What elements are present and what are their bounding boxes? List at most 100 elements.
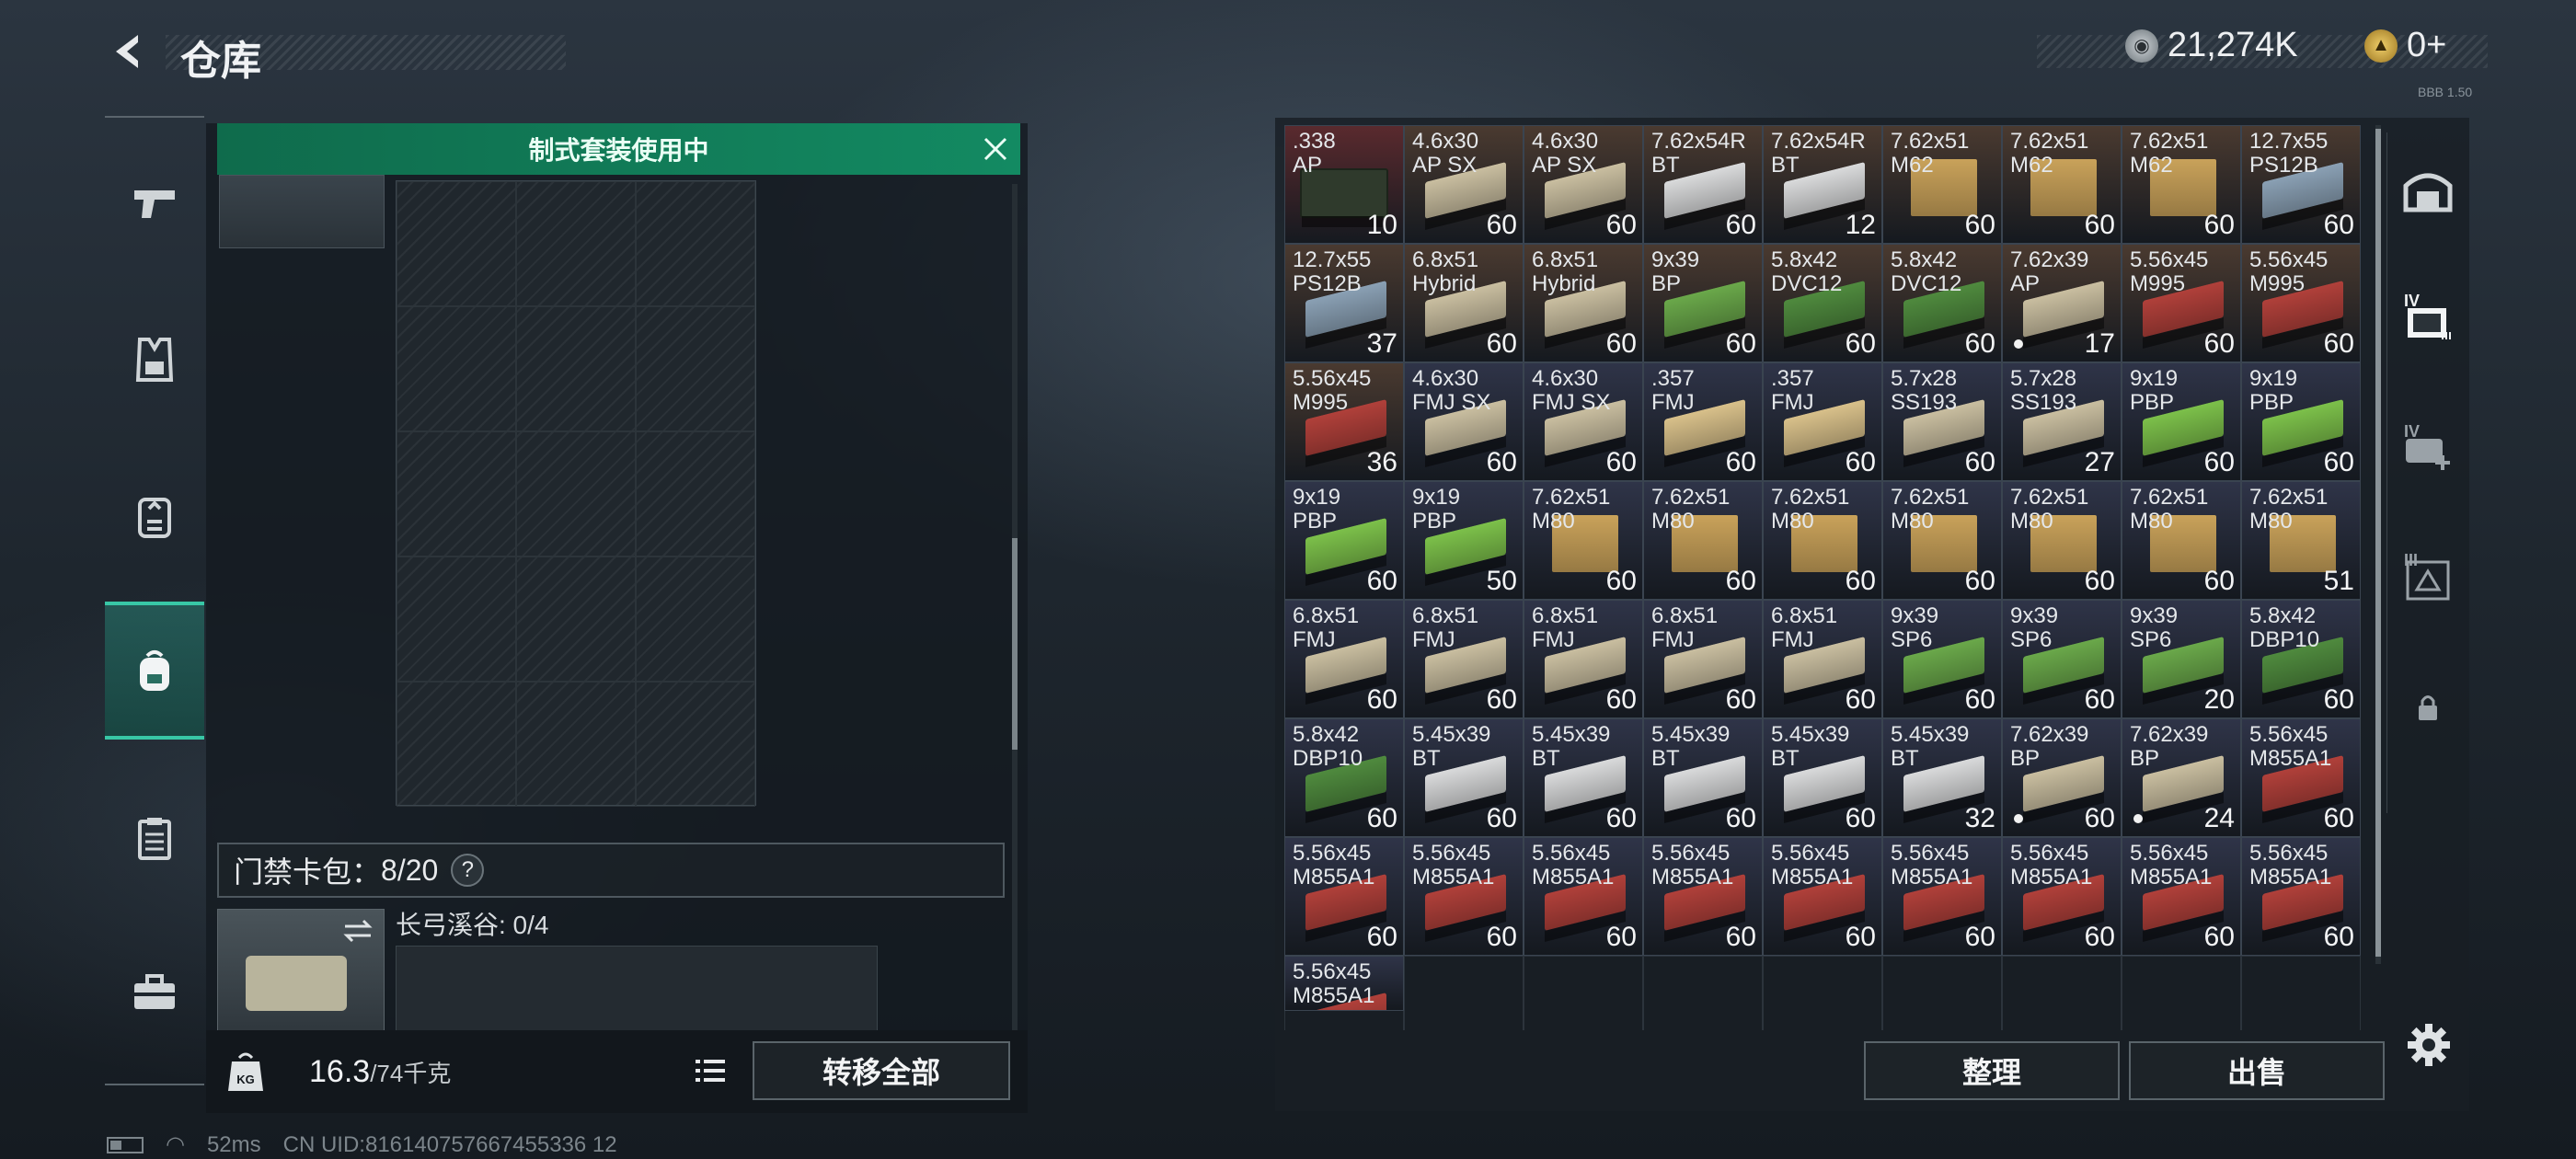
left-scrollbar-thumb[interactable]: [1012, 538, 1018, 750]
vest-icon: [135, 338, 174, 382]
list-view-button[interactable]: [686, 1047, 734, 1095]
ammo-item[interactable]: 12.7x55 PS12B 60: [2241, 125, 2361, 244]
ammo-item[interactable]: 7.62x51 M80 60: [1524, 481, 1643, 600]
sidebar-item-armor[interactable]: [105, 291, 204, 429]
ammo-item[interactable]: 7.62x51 M80 60: [1882, 481, 2002, 600]
ammo-item[interactable]: 7.62x39 BP 24: [2122, 718, 2241, 837]
stash-empty-cell[interactable]: [1404, 956, 1524, 1030]
ammo-item[interactable]: 7.62x51 M62 60: [2002, 125, 2122, 244]
ammo-item[interactable]: 7.62x51 M80 60: [2122, 481, 2241, 600]
ammo-item[interactable]: 6.8x51 FMJ 60: [1284, 600, 1404, 718]
transfer-all-button[interactable]: 转移全部: [753, 1041, 1010, 1100]
ammo-item[interactable]: 5.56x45 M855A1 60: [2241, 837, 2361, 956]
ammo-item[interactable]: 9x19 PBP 50: [1404, 481, 1524, 600]
ammo-item[interactable]: 4.6x30 AP SX 60: [1404, 125, 1524, 244]
sidebar-item-toolbox[interactable]: [105, 924, 204, 1061]
ammo-item[interactable]: 5.56x45 M995 60: [2122, 244, 2241, 362]
ammo-item[interactable]: .338 AP 10: [1284, 125, 1404, 244]
ammo-item[interactable]: 4.6x30 FMJ SX 60: [1524, 362, 1643, 481]
stash-empty-cell[interactable]: [1882, 956, 2002, 1030]
sell-button[interactable]: 出售: [2129, 1041, 2385, 1100]
ammo-item[interactable]: 9x19 PBP 60: [1284, 481, 1404, 600]
stash-empty-cell[interactable]: [2122, 956, 2241, 1030]
ammo-item[interactable]: 5.56x45 M855A1 60: [1763, 837, 1882, 956]
ammo-item[interactable]: .357 FMJ 60: [1643, 362, 1763, 481]
stash-tab-locked[interactable]: [2394, 666, 2462, 749]
stash-tab-container-iv[interactable]: IV: [2394, 274, 2462, 357]
sidebar-item-rig[interactable]: [105, 447, 204, 585]
ammo-item[interactable]: 9x19 PBP 60: [2122, 362, 2241, 481]
ammo-item[interactable]: 5.56x45 M995 36: [1284, 362, 1404, 481]
stash-tab-container-iii[interactable]: III: [2394, 534, 2462, 616]
ammo-item[interactable]: .357 FMJ 60: [1763, 362, 1882, 481]
ammo-item[interactable]: 7.62x51 M80 51: [2241, 481, 2361, 600]
ammo-item[interactable]: 7.62x39 AP 17: [2002, 244, 2122, 362]
ammo-item[interactable]: 5.7x28 SS193 60: [1882, 362, 2002, 481]
ammo-item[interactable]: 7.62x51 M80 60: [1763, 481, 1882, 600]
ammo-item[interactable]: 6.8x51 Hybrid 60: [1524, 244, 1643, 362]
ammo-item[interactable]: 9x39 SP6 20: [2122, 600, 2241, 718]
ammo-item[interactable]: 5.8x42 DBP10 60: [1284, 718, 1404, 837]
ammo-item[interactable]: 5.45x39 BT 60: [1643, 718, 1763, 837]
sort-button[interactable]: 整理: [1864, 1041, 2120, 1100]
ammo-item[interactable]: 5.56x45 M855A1 60: [2002, 837, 2122, 956]
ammo-item[interactable]: 6.8x51 FMJ 60: [1763, 600, 1882, 718]
ammo-item[interactable]: 5.45x39 BT 60: [1763, 718, 1882, 837]
ammo-item[interactable]: 6.8x51 FMJ 60: [1643, 600, 1763, 718]
ammo-item[interactable]: 6.8x51 Hybrid 60: [1404, 244, 1524, 362]
ammo-item[interactable]: 9x19 PBP 60: [2241, 362, 2361, 481]
sidebar-item-weapon[interactable]: [105, 134, 204, 272]
ammo-item[interactable]: 5.56x45 M855A1 60: [1284, 837, 1404, 956]
ammo-item[interactable]: 6.8x51 FMJ 60: [1524, 600, 1643, 718]
ammo-item[interactable]: 5.56x45 M855A1 60: [1524, 837, 1643, 956]
ammo-item[interactable]: 7.62x51 M80 60: [2002, 481, 2122, 600]
backpack-grid[interactable]: [396, 180, 756, 807]
banner-close-button[interactable]: [970, 123, 1021, 175]
ammo-item[interactable]: 9x39 SP6 60: [1882, 600, 2002, 718]
ammo-item[interactable]: 9x39 SP6 60: [2002, 600, 2122, 718]
ammo-item[interactable]: 7.62x51 M62 60: [2122, 125, 2241, 244]
ammo-item[interactable]: 5.45x39 BT 60: [1404, 718, 1524, 837]
ammo-item[interactable]: 4.6x30 FMJ SX 60: [1404, 362, 1524, 481]
stash-empty-cell[interactable]: [1643, 956, 1763, 1030]
sidebar-item-backpack[interactable]: [105, 602, 204, 740]
ammo-item[interactable]: 5.56x45 M855A1 60: [2241, 718, 2361, 837]
ammo-item[interactable]: 5.56x45 M995 60: [2241, 244, 2361, 362]
ammo-item[interactable]: 7.62x54R BT 60: [1643, 125, 1763, 244]
ammo-item[interactable]: 12.7x55 PS12B 37: [1284, 244, 1404, 362]
settings-button[interactable]: [2401, 1017, 2456, 1073]
stash-empty-cell[interactable]: [1763, 956, 1882, 1030]
ammo-item[interactable]: 5.56x45 M855A1 60: [1882, 837, 2002, 956]
ammo-item[interactable]: 5.7x28 SS193 27: [2002, 362, 2122, 481]
ammo-item[interactable]: 5.8x42 DVC12 60: [1763, 244, 1882, 362]
ammo-item[interactable]: 4.6x30 AP SX 60: [1524, 125, 1643, 244]
back-button[interactable]: [101, 24, 156, 79]
keycard-grid[interactable]: [396, 946, 878, 1038]
stash-empty-cell[interactable]: [2002, 956, 2122, 1030]
ammo-item[interactable]: 5.56x45 M855A1 60: [2122, 837, 2241, 956]
stash-empty-cell[interactable]: [1524, 956, 1643, 1030]
ammo-item[interactable]: 5.56x45 M855A1: [1284, 956, 1404, 1011]
ammo-item[interactable]: 7.62x51 M62 60: [1882, 125, 2002, 244]
ammo-item[interactable]: 5.45x39 BT 32: [1882, 718, 2002, 837]
ammo-item[interactable]: 5.56x45 M855A1 60: [1404, 837, 1524, 956]
ammo-count: 60: [2203, 328, 2235, 359]
ammo-item[interactable]: 5.45x39 BT 60: [1524, 718, 1643, 837]
ammo-item[interactable]: 9x39 BP 60: [1643, 244, 1763, 362]
sidebar-item-case[interactable]: [105, 769, 204, 907]
equipped-item-thumbnail[interactable]: [219, 175, 385, 248]
ammo-item[interactable]: 5.8x42 DVC12 60: [1882, 244, 2002, 362]
stash-scrollbar-thumb[interactable]: [2375, 129, 2381, 957]
stash-empty-cell[interactable]: [2241, 956, 2361, 1030]
ammo-item[interactable]: 6.8x51 FMJ 60: [1404, 600, 1524, 718]
ammo-item[interactable]: 7.62x51 M80 60: [1643, 481, 1763, 600]
ammo-item[interactable]: 5.8x42 DBP10 60: [2241, 600, 2361, 718]
ammo-item[interactable]: 7.62x54R BT 12: [1763, 125, 1882, 244]
stash-tab-main[interactable]: [2394, 149, 2462, 232]
ammo-item[interactable]: 5.56x45 M855A1 60: [1643, 837, 1763, 956]
stash-tab-container-iv-add[interactable]: IV: [2394, 405, 2462, 488]
gold-currency[interactable]: ▲ 0+: [2364, 26, 2446, 65]
keycard-pack-thumbnail[interactable]: [217, 909, 385, 1038]
help-button[interactable]: ?: [451, 854, 485, 887]
ammo-item[interactable]: 7.62x39 BP 60: [2002, 718, 2122, 837]
